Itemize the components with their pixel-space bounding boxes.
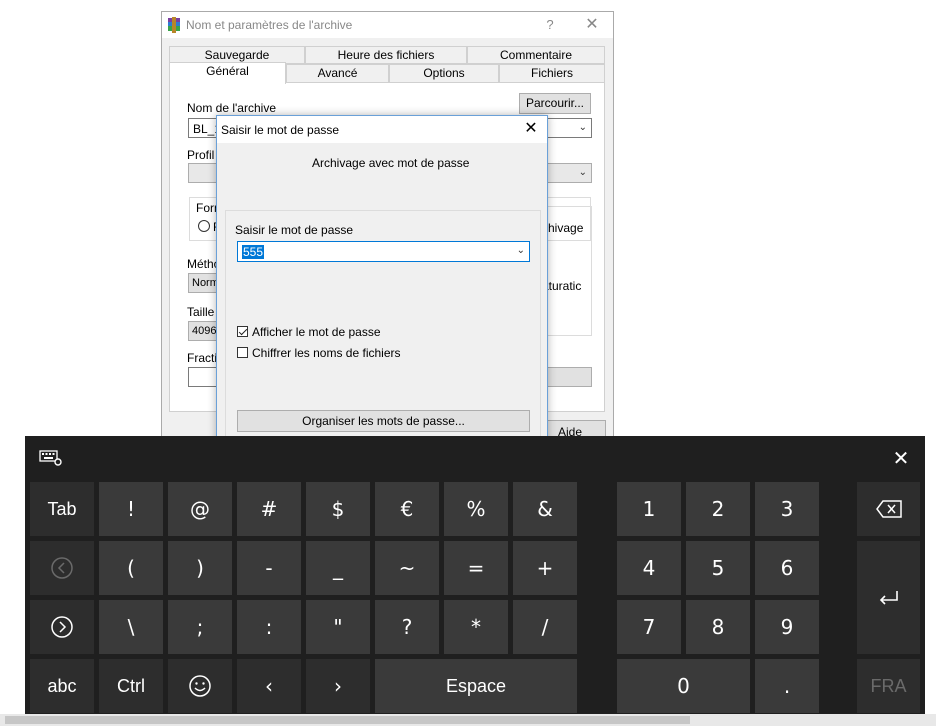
key-3[interactable]: 3	[755, 482, 819, 536]
key-ampersand[interactable]: &	[513, 482, 577, 536]
key-8[interactable]: 8	[686, 600, 750, 654]
method-value: Norm	[192, 277, 219, 289]
key-plus[interactable]: +	[513, 541, 577, 595]
chevron-down-icon: ⌄	[578, 167, 587, 178]
archive-dialog-close-button[interactable]: ✕	[580, 14, 604, 36]
key-9[interactable]: 9	[755, 600, 819, 654]
key-backslash[interactable]: \	[99, 600, 163, 654]
encrypt-filenames-label: Chiffrer les noms de fichiers	[252, 346, 401, 360]
key-open-paren[interactable]: (	[99, 541, 163, 595]
key-exclamation[interactable]: !	[99, 482, 163, 536]
horizontal-scrollbar-thumb[interactable]	[5, 716, 690, 724]
key-slash[interactable]: /	[513, 600, 577, 654]
key-7[interactable]: 7	[617, 600, 681, 654]
tab-fichiers[interactable]: Fichiers	[499, 64, 605, 83]
key-euro[interactable]: €	[375, 482, 439, 536]
key-colon[interactable]: :	[237, 600, 301, 654]
password-dialog: Saisir le mot de passe ✕ Archivage avec …	[216, 115, 548, 445]
key-double-quote[interactable]: "	[306, 600, 370, 654]
tab-general[interactable]: Général	[169, 62, 286, 84]
tab-avance[interactable]: Avancé	[286, 64, 389, 83]
key-5[interactable]: 5	[686, 541, 750, 595]
key-arrow-right[interactable]: ›	[306, 659, 370, 713]
key-tilde[interactable]: ~	[375, 541, 439, 595]
key-1[interactable]: 1	[617, 482, 681, 536]
backspace-icon	[875, 500, 902, 518]
password-dialog-heading: Archivage avec mot de passe	[312, 156, 470, 170]
archive-name-label: Nom de l'archive	[187, 101, 276, 115]
key-question[interactable]: ?	[375, 600, 439, 654]
password-dialog-titlebar: Saisir le mot de passe ✕	[217, 116, 547, 143]
key-asterisk[interactable]: *	[444, 600, 508, 654]
key-ctrl-label: Ctrl	[117, 675, 145, 696]
password-dialog-close-button[interactable]: ✕	[519, 118, 543, 140]
key-0[interactable]: 0	[617, 659, 750, 713]
key-dollar[interactable]: $	[306, 482, 370, 536]
key-abc[interactable]: abc	[30, 659, 94, 713]
organize-passwords-button[interactable]: Organiser les mots de passe...	[237, 410, 530, 432]
circle-chevron-left-icon	[51, 557, 73, 579]
key-enter[interactable]	[857, 541, 920, 654]
format-radio-button[interactable]	[198, 220, 210, 232]
help-question-button[interactable]: ?	[540, 15, 560, 35]
keyboard-close-button[interactable]: ✕	[886, 446, 916, 472]
key-previous-page[interactable]	[30, 541, 94, 595]
key-next-page[interactable]	[30, 600, 94, 654]
key-emoji[interactable]	[168, 659, 232, 713]
password-input[interactable]: 555 ⌄	[237, 241, 530, 262]
winrar-app-icon	[168, 17, 180, 33]
smiley-icon	[189, 675, 211, 697]
key-language[interactable]: FRA	[857, 659, 920, 713]
key-tab-label: Tab	[47, 498, 77, 519]
show-password-label: Afficher le mot de passe	[252, 325, 381, 339]
key-abc-label: abc	[47, 675, 77, 696]
tab-heure-des-fichiers[interactable]: Heure des fichiers	[305, 46, 467, 64]
keyboard-settings-icon[interactable]	[39, 449, 63, 467]
show-password-checkbox[interactable]	[237, 326, 248, 337]
key-ctrl[interactable]: Ctrl	[99, 659, 163, 713]
password-value: 555	[242, 245, 265, 259]
dictionary-size-value: 4096	[192, 325, 217, 337]
circle-chevron-right-icon	[51, 616, 73, 638]
chevron-down-icon: ⌄	[578, 122, 587, 133]
key-decimal[interactable]: .	[755, 659, 819, 713]
key-space-label: Espace	[445, 675, 507, 696]
key-arrow-left[interactable]: ‹	[237, 659, 301, 713]
archive-dialog-titlebar: Nom et paramètres de l'archive ? ✕	[162, 12, 613, 38]
tab-options[interactable]: Options	[389, 64, 499, 83]
touch-keyboard: ✕ Tab ! @ # $ € % & ( ) - _ ~ = + \ ; : …	[25, 436, 925, 718]
key-2[interactable]: 2	[686, 482, 750, 536]
password-label: Saisir le mot de passe	[235, 223, 354, 237]
key-tab[interactable]: Tab	[30, 482, 94, 536]
key-backspace[interactable]	[857, 482, 920, 536]
encrypt-filenames-checkbox[interactable]	[237, 347, 248, 358]
key-close-paren[interactable]: )	[168, 541, 232, 595]
key-percent[interactable]: %	[444, 482, 508, 536]
key-hash[interactable]: #	[237, 482, 301, 536]
key-equals[interactable]: =	[444, 541, 508, 595]
archive-dialog-title: Nom et paramètres de l'archive	[186, 18, 353, 32]
password-dialog-title: Saisir le mot de passe	[221, 123, 340, 137]
key-underscore[interactable]: _	[306, 541, 370, 595]
key-at[interactable]: @	[168, 482, 232, 536]
key-minus[interactable]: -	[237, 541, 301, 595]
chevron-down-icon: ⌄	[516, 245, 525, 256]
key-semicolon[interactable]: ;	[168, 600, 232, 654]
language-label: FRA	[870, 675, 907, 696]
key-space[interactable]: Espace	[375, 659, 577, 713]
enter-arrow-icon	[879, 590, 898, 605]
key-4[interactable]: 4	[617, 541, 681, 595]
tab-commentaire[interactable]: Commentaire	[467, 46, 605, 64]
password-panel: Saisir le mot de passe 555 ⌄ Afficher le…	[225, 210, 541, 440]
key-6[interactable]: 6	[755, 541, 819, 595]
browse-button[interactable]: Parcourir...	[519, 93, 591, 114]
